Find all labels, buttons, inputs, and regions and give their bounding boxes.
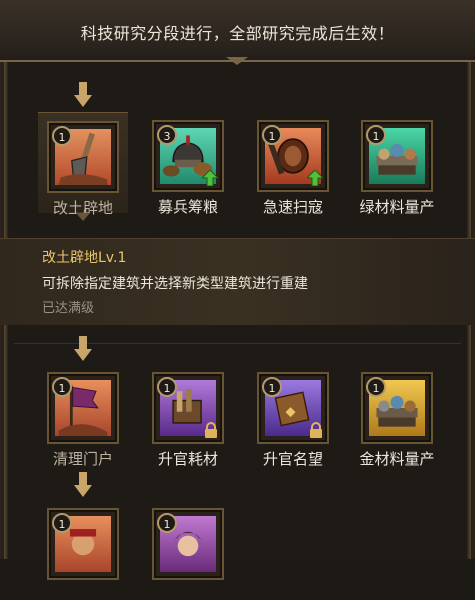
level-badge: 1 [52,513,72,533]
info-banner: 科技研究分段进行，全部研究完成后生效！ [0,0,475,62]
tech-item-tier3-2[interactable]: 1 [143,500,233,600]
tech-icon-frame: 1 [361,120,433,192]
svg-text:◆: ◆ [286,404,296,419]
tech-item-jisu-saokou[interactable]: 1 急速扫寇 [248,112,338,216]
tech-icon-frame: 1 [47,121,119,193]
tech-item-qingli-menhu[interactable]: 1 清理门户 [38,364,128,468]
tech-icon-frame: 1 [152,372,224,444]
tech-icon-frame: 1 [361,372,433,444]
tech-icon-frame: 1 [152,508,224,580]
level-badge: 1 [52,126,72,146]
tech-icon-frame: 1 [47,508,119,580]
tech-icon-frame: 1 [257,120,329,192]
tech-label: 清理门户 [52,450,113,468]
tech-detail-panel: 改土辟地Lv.1 可拆除指定建筑并选择新类型建筑进行重建 已达满级 [0,238,475,325]
upgrade-arrow-icon [200,169,220,187]
tech-label: 急速扫寇 [262,198,323,216]
level-badge: 3 [157,125,177,145]
level-badge: 1 [52,377,72,397]
tech-label: 募兵筹粮 [157,198,218,216]
lock-icon [204,422,218,438]
level-badge: 1 [262,377,282,397]
tech-label: 升官耗材 [157,450,218,468]
detail-title: 改土辟地Lv.1 [42,250,127,266]
level-badge: 1 [157,513,177,533]
tech-item-lv-cailiao[interactable]: 1 绿材料量产 [352,112,442,216]
tech-item-tier3-1[interactable]: 1 [38,500,128,600]
research-window: 科技研究分段进行，全部研究完成后生效！ 1 改土辟地 3 募兵筹粮 1 急速扫寇… [0,0,475,580]
level-badge: 1 [157,377,177,397]
lock-icon [309,422,323,438]
level-badge: 1 [366,377,386,397]
tech-icon-frame: 1 [47,372,119,444]
upgrade-arrow-icon [305,169,325,187]
detail-status: 已达满级 [42,301,95,316]
tier3-arrow-icon [74,472,92,498]
tech-label: 金材料量产 [359,450,435,468]
level-badge: 1 [262,125,282,145]
tech-label: 升官名望 [262,450,323,468]
tech-icon-frame: ◆ 1 [257,372,329,444]
tech-item-shengguan-haocai[interactable]: 1 升官耗材 [143,364,233,468]
tech-item-jin-cailiao[interactable]: 1 金材料量产 [352,364,442,468]
tech-item-mubing-chouliang[interactable]: 3 募兵筹粮 [143,112,233,216]
banner-text: 科技研究分段进行，全部研究完成后生效！ [80,24,395,43]
tech-item-shengguan-mingwang[interactable]: ◆ 1 升官名望 [248,364,338,468]
tech-label: 绿材料量产 [359,198,435,216]
tech-icon-frame: 3 [152,120,224,192]
detail-description: 可拆除指定建筑并选择新类型建筑进行重建 [42,276,308,292]
tech-item-gaitu-pidi[interactable]: 1 改土辟地 [38,112,128,221]
tier1-arrow-icon [74,82,92,108]
tier2-arrow-icon [74,336,92,362]
level-badge: 1 [366,125,386,145]
